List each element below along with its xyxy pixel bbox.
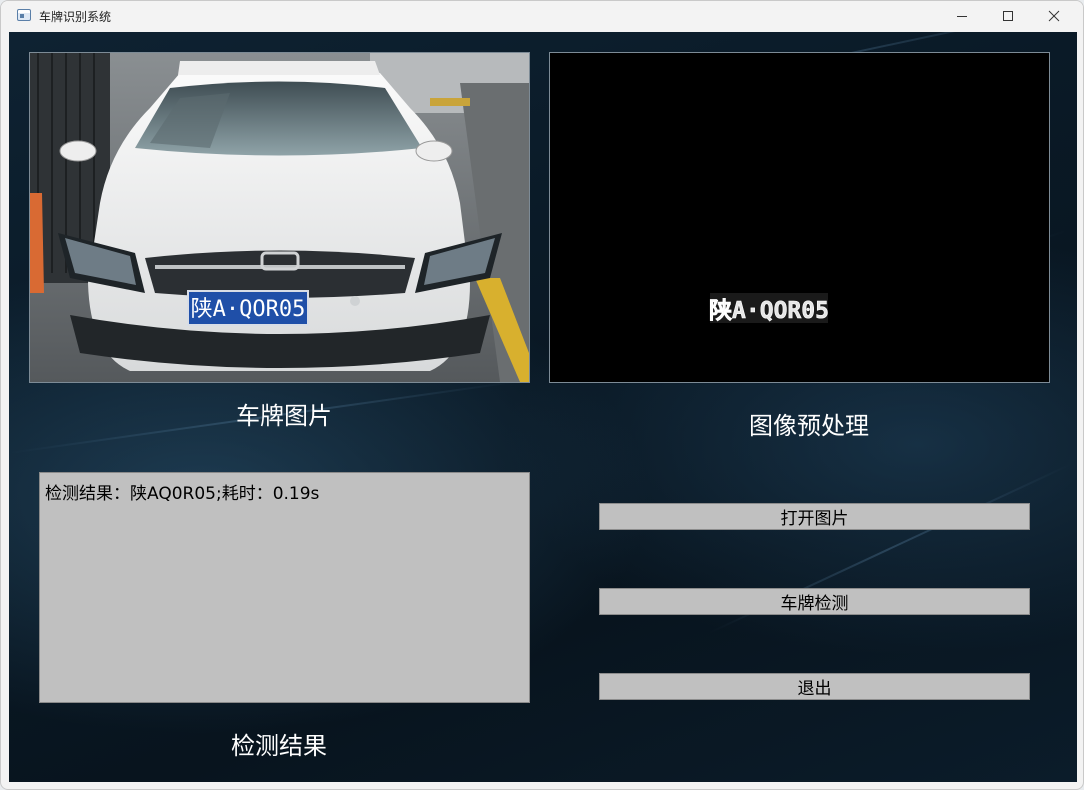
processed-plate-image: 陕A·QOR05	[550, 53, 1049, 382]
close-icon	[1048, 10, 1060, 22]
result-caption: 检测结果	[231, 732, 327, 760]
plate-text: 陕A·QOR05	[191, 297, 306, 322]
app-window: 车牌识别系统 陕A·QOR05 陕A·QOR05 车牌图片 图像预处理 检测结果…	[0, 0, 1084, 790]
title-bar[interactable]: 车牌识别系统	[1, 1, 1083, 31]
plate-photo-caption: 车牌图片	[236, 402, 332, 430]
result-textbox[interactable]: 检测结果：陕AQ0R05;耗时：0.19s	[39, 472, 530, 703]
main-area: 陕A·QOR05 陕A·QOR05 车牌图片 图像预处理 检测结果：陕AQ0R0…	[9, 32, 1077, 782]
preprocess-panel: 陕A·QOR05	[549, 52, 1050, 383]
minimize-button[interactable]	[939, 1, 985, 31]
maximize-icon	[1003, 11, 1013, 21]
maximize-button[interactable]	[985, 1, 1031, 31]
exit-button[interactable]: 退出	[599, 673, 1030, 700]
result-text: 检测结果：陕AQ0R05;耗时：0.19s	[45, 484, 320, 504]
processed-plate-text: 陕A·QOR05	[709, 297, 829, 324]
minimize-icon	[957, 16, 967, 17]
open-image-button[interactable]: 打开图片	[599, 503, 1030, 530]
car-photo: 陕A·QOR05	[30, 53, 529, 382]
preprocess-caption: 图像预处理	[749, 412, 869, 440]
detect-plate-button[interactable]: 车牌检测	[599, 588, 1030, 615]
app-icon	[17, 9, 31, 21]
close-button[interactable]	[1031, 1, 1077, 31]
plate-photo-panel: 陕A·QOR05	[29, 52, 530, 383]
window-title: 车牌识别系统	[39, 10, 112, 24]
